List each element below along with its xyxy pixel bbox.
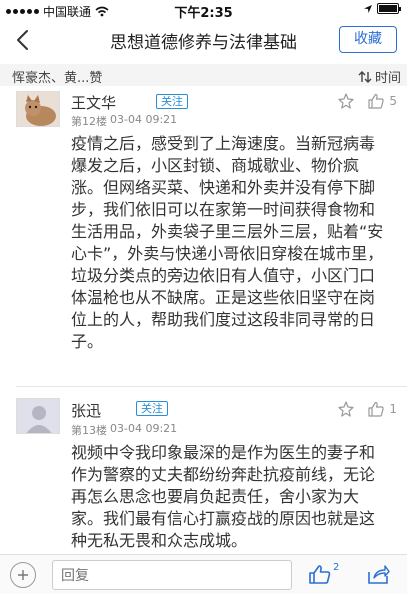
status-time: 下午2:35: [174, 6, 233, 21]
comment-floor: 第13楼: [71, 424, 107, 437]
add-button[interactable]: [10, 562, 36, 588]
reply-input[interactable]: [52, 560, 292, 590]
like-button[interactable]: 5: [367, 92, 397, 110]
sort-label: 时间: [374, 71, 401, 86]
follow-button[interactable]: 关注: [156, 94, 188, 109]
comment-actions: 1: [337, 400, 397, 418]
status-right: [363, 3, 401, 14]
like-count: 1: [389, 402, 397, 416]
comment-floor: 第12楼: [71, 115, 107, 128]
comment-item: 张迅 关注 第13楼 03-04 09:21 1 视频中令我印象最深的是作为医生…: [0, 396, 407, 552]
comment-time: 03-04 09:21: [110, 113, 178, 126]
like-button[interactable]: 1: [367, 400, 397, 418]
avatar[interactable]: [16, 398, 60, 434]
comment-text: 视频中令我印象最深的是作为医生的妻子和作为警察的丈夫都纷纷奔赴抗疫前线，无论再怎…: [71, 443, 376, 550]
sort-by-time-button[interactable]: 时间: [358, 67, 401, 86]
nav-bar: 思想道德修养与法律基础 收藏: [0, 20, 407, 60]
thumbs-up-icon[interactable]: [308, 563, 332, 585]
bottom-bar: 2: [0, 554, 407, 594]
likes-names[interactable]: 恽豪杰、黄...赞: [12, 67, 102, 86]
battery-icon: [377, 3, 401, 14]
divider: [16, 386, 407, 387]
plus-icon: [18, 570, 28, 580]
avatar[interactable]: [16, 91, 60, 127]
reply-icon[interactable]: [337, 400, 355, 418]
sort-icon: [358, 70, 372, 83]
default-user-icon: [17, 399, 59, 433]
share-icon[interactable]: [366, 563, 390, 585]
comment-time: 03-04 09:21: [110, 422, 178, 435]
reply-icon[interactable]: [337, 92, 355, 110]
thumbs-up-icon: [368, 93, 385, 109]
favorite-button[interactable]: 收藏: [339, 26, 397, 53]
location-icon: [364, 4, 372, 13]
thumbs-up-icon: [368, 401, 385, 417]
comment-item: 王文华 关注 第12楼 03-04 09:21 5 疫情之后，感受到了上海速度。…: [0, 88, 407, 388]
status-bar: 中国联通 下午2:35: [0, 0, 407, 21]
username[interactable]: 张迅: [71, 400, 101, 421]
like-count: 2: [333, 562, 340, 573]
username[interactable]: 王文华: [71, 92, 116, 113]
like-count: 5: [389, 94, 397, 108]
follow-button[interactable]: 关注: [136, 401, 168, 416]
cat-avatar-icon: [17, 92, 59, 126]
likes-bar: 恽豪杰、黄...赞 时间: [0, 64, 407, 86]
comment-actions: 5: [337, 92, 397, 110]
comment-text: 疫情之后，感受到了上海速度。当新冠病毒爆发之后，小区封锁、商城歇业、物价疯涨。但…: [71, 134, 384, 351]
